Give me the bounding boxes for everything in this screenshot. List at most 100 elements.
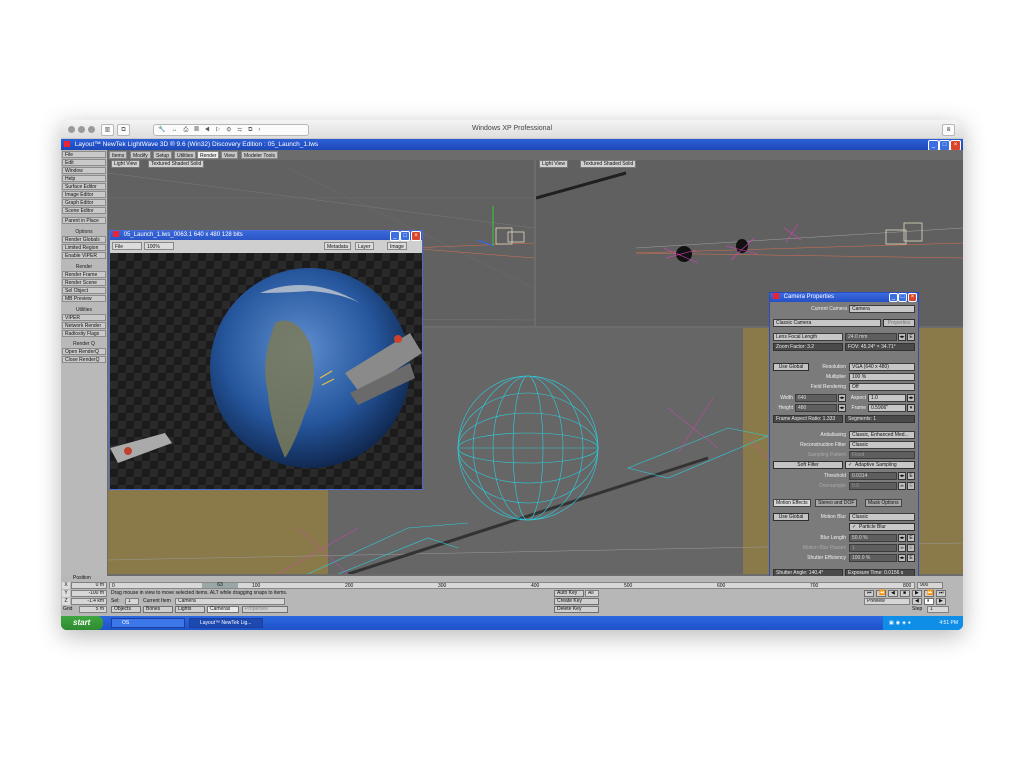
shading-select[interactable]: Textured Shaded Solid [580, 160, 637, 168]
properties-button[interactable]: Properties [883, 319, 915, 327]
height-stepper[interactable]: ◂▸ [838, 404, 846, 412]
tab-items[interactable]: Items [109, 151, 128, 159]
lens-focal-field[interactable]: 24.0 mm [845, 333, 897, 341]
camera-type-select[interactable]: Classic Camera [773, 319, 881, 327]
prev-key-icon[interactable]: ⏪ [876, 590, 886, 597]
stop-icon[interactable]: ■ [900, 590, 910, 597]
lens-focal-select[interactable]: Lens Focal Length [773, 333, 843, 341]
pause-icon[interactable]: ⏸ [924, 598, 934, 605]
play-icon[interactable]: ▶ [912, 590, 922, 597]
render-scene-button[interactable]: Render Scene [62, 279, 106, 286]
menu-edit[interactable]: Edit [62, 159, 106, 166]
next-key-icon[interactable]: ⏩ [924, 590, 934, 597]
particle-blur-checkbox[interactable]: ✓ Particle Blur [849, 523, 915, 531]
metadata-button[interactable]: Metadata [324, 242, 351, 250]
shutter-envelope-icon[interactable]: E [907, 554, 915, 562]
image-editor-button[interactable]: Image Editor [62, 191, 106, 198]
close-icon[interactable]: × [908, 293, 917, 302]
minimize-icon[interactable]: _ [390, 231, 400, 241]
step-back-icon[interactable]: ◀ [912, 598, 922, 605]
use-global-motion-button[interactable]: Use Global [773, 513, 809, 521]
passes-stepper[interactable]: ◂▸ [898, 544, 906, 552]
width-field[interactable]: 640 [795, 394, 837, 402]
enable-viper-button[interactable]: Enable VIPER [62, 252, 106, 259]
shutter-efficiency-field[interactable]: 100.0 % [849, 554, 897, 562]
soft-filter-button[interactable]: Soft Filter [773, 461, 843, 469]
reconstruction-filter-select[interactable]: Classic [849, 441, 915, 449]
viper-button[interactable]: VIPER [62, 314, 106, 321]
blur-length-envelope-icon[interactable]: E [907, 534, 915, 542]
parent-in-place-button[interactable]: Parent in Place [62, 217, 106, 224]
close-icon[interactable]: × [411, 231, 421, 241]
height-field[interactable]: 480 [795, 404, 837, 412]
multiplier-select[interactable]: 100 % [849, 373, 915, 381]
tab-render[interactable]: Render [197, 151, 220, 159]
motion-blur-passes-field[interactable]: 1 [849, 544, 897, 552]
z-position-field[interactable]: -1.4 km [71, 598, 107, 605]
tab-setup[interactable]: Setup [153, 151, 173, 159]
frame-slider[interactable]: 0 100 200 300 400 500 600 700 800 63 [109, 582, 915, 589]
network-render-button[interactable]: Network Render [62, 322, 106, 329]
maximize-icon[interactable]: □ [400, 231, 410, 241]
zoom-select[interactable]: 100% [144, 242, 174, 250]
width-stepper[interactable]: ◂▸ [838, 394, 846, 402]
threshold-envelope-icon[interactable]: E [907, 472, 915, 480]
menu-window[interactable]: Window [62, 167, 106, 174]
minimize-icon[interactable]: _ [889, 293, 898, 302]
end-frame-field[interactable]: 900 [917, 582, 943, 589]
bones-button[interactable]: Bones [143, 606, 173, 613]
first-frame-icon[interactable]: ⏮ [864, 590, 874, 597]
last-frame-icon[interactable]: ⏭ [936, 590, 946, 597]
create-key-button[interactable]: Create Key [554, 598, 599, 605]
view-type-select[interactable]: Light View [111, 160, 140, 168]
texture-icon[interactable]: E [907, 333, 915, 341]
grid-size-field[interactable]: 5 m [79, 606, 107, 613]
tab-stereo-dof[interactable]: Stereo and DOF [815, 499, 858, 507]
tab-mask-options[interactable]: Mask Options [865, 499, 902, 507]
tab-motion-effects[interactable]: Motion Effects [773, 499, 811, 507]
cameras-button[interactable]: Cameras [207, 606, 239, 613]
render-globals-button[interactable]: Render Globals [62, 236, 106, 243]
menu-file[interactable]: File [62, 151, 106, 158]
aspect-field[interactable]: 1.0 [868, 394, 906, 402]
objects-button[interactable]: Objects [111, 606, 141, 613]
auto-key-button[interactable]: Auto Key [554, 590, 584, 597]
use-global-resolution-button[interactable]: Use Global [773, 363, 809, 371]
image-viewer-window[interactable]: 05_Launch_1.lws_0063.1 640 x 480 128 bit… [109, 230, 423, 490]
blur-length-field[interactable]: 50.0 % [849, 534, 897, 542]
y-position-field[interactable]: -100 m [71, 590, 107, 597]
tab-utilities[interactable]: Utilities [174, 151, 197, 159]
threshold-field[interactable]: 0.0314 [849, 472, 897, 480]
sel-object-button[interactable]: Sel Object [62, 287, 106, 294]
graph-editor-button[interactable]: Graph Editor [62, 199, 106, 206]
limited-region-button[interactable]: Limited Region [62, 244, 106, 251]
current-camera-select[interactable]: Camera [849, 305, 915, 313]
oversample-field[interactable]: 0.0 [849, 482, 897, 490]
motion-blur-select[interactable]: Classic [849, 513, 915, 521]
aspect-stepper[interactable]: ◂▸ [907, 394, 915, 402]
shading-select[interactable]: Textured Shaded Solid [148, 160, 205, 168]
step-forward-icon[interactable]: ▶ [936, 598, 946, 605]
oversample-stepper[interactable]: ◂▸ [898, 482, 906, 490]
image-file-menu[interactable]: File [112, 242, 142, 250]
properties-button[interactable]: Properties [242, 606, 288, 613]
x-position-field[interactable]: 0 m [71, 582, 107, 589]
frame-field[interactable]: 0.5906" [868, 404, 906, 412]
play-back-icon[interactable]: ◀ [888, 590, 898, 597]
blur-length-stepper[interactable]: ◂▸ [898, 534, 906, 542]
current-item-select[interactable]: Camera [175, 598, 285, 605]
preview-select[interactable]: Preview [864, 598, 910, 605]
layer-select[interactable]: Layer [355, 242, 374, 250]
tab-view[interactable]: View [221, 151, 238, 159]
frame-stepper[interactable]: ▾ [907, 404, 915, 412]
sampling-pattern-select[interactable]: Fixed [849, 451, 915, 459]
taskbar-item-layout[interactable]: Layout™ NewTek Lig... [189, 618, 263, 628]
delete-key-button[interactable]: Delete Key [554, 606, 599, 613]
passes-envelope-icon[interactable]: E [907, 544, 915, 552]
open-renderq-button[interactable]: Open RenderQ [62, 348, 106, 355]
shutter-stepper[interactable]: ◂▸ [898, 554, 906, 562]
oversample-envelope-icon[interactable]: E [907, 482, 915, 490]
image-select[interactable]: Image [387, 242, 407, 250]
view-type-select[interactable]: Light View [539, 160, 568, 168]
step-field[interactable]: 1 [927, 606, 949, 613]
